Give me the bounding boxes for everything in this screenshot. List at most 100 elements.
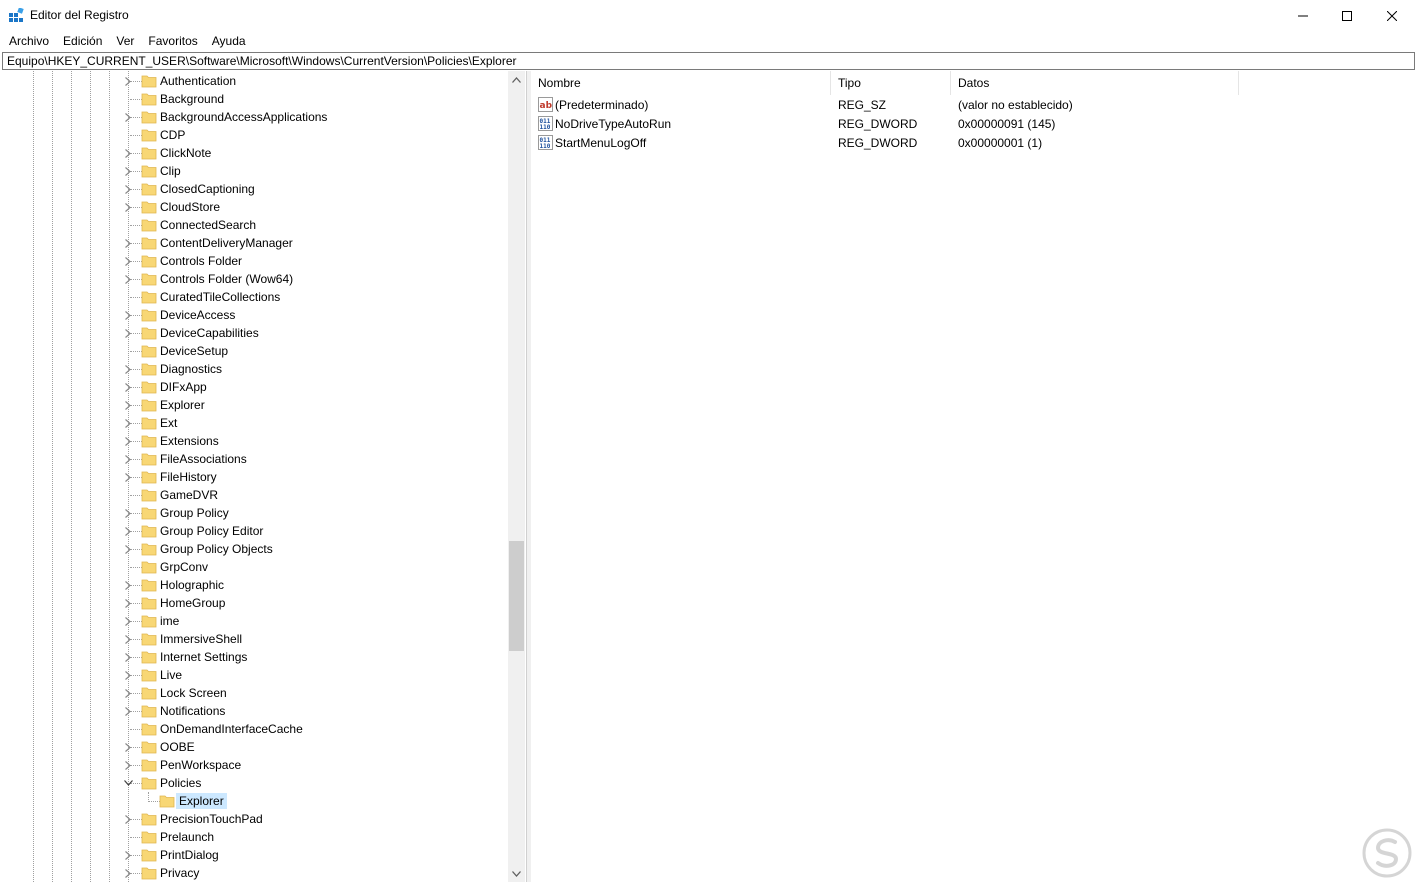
tree-item[interactable]: ContentDeliveryManager [2,234,510,252]
tree-item[interactable]: PrintDialog [2,846,510,864]
expand-chevron-icon[interactable] [121,686,135,700]
expand-chevron-icon[interactable] [121,272,135,286]
expand-chevron-icon[interactable] [121,380,135,394]
expand-chevron-icon[interactable] [121,452,135,466]
column-header-datos[interactable]: Datos [951,71,1239,95]
tree-item-selected[interactable]: Explorer [2,792,510,810]
tree-item[interactable]: Holographic [2,576,510,594]
tree-item[interactable]: Ext [2,414,510,432]
tree-item[interactable]: Live [2,666,510,684]
tree-item[interactable]: BackgroundAccessApplications [2,108,510,126]
tree-item[interactable]: GrpConv [2,558,510,576]
tree-item[interactable]: Policies [2,774,510,792]
menu-edicion[interactable]: Edición [56,31,109,51]
tree-item[interactable]: GameDVR [2,486,510,504]
maximize-button[interactable] [1324,0,1370,31]
expand-chevron-icon[interactable] [121,506,135,520]
expand-chevron-icon[interactable] [121,236,135,250]
tree-item[interactable]: Internet Settings [2,648,510,666]
expand-chevron-icon[interactable] [121,542,135,556]
tree-item[interactable]: DIFxApp [2,378,510,396]
column-header-nombre[interactable]: Nombre [531,71,831,95]
menu-favoritos[interactable]: Favoritos [141,31,204,51]
tree-item[interactable]: Clip [2,162,510,180]
tree-item[interactable]: ConnectedSearch [2,216,510,234]
value-row[interactable]: 011 110 NoDriveTypeAutoRun REG_DWORD 0x0… [531,115,1416,134]
expand-chevron-icon[interactable] [121,434,135,448]
expand-chevron-icon[interactable] [121,416,135,430]
tree-item[interactable]: PenWorkspace [2,756,510,774]
expand-chevron-icon[interactable] [121,470,135,484]
expand-chevron-icon[interactable] [121,866,135,880]
expand-chevron-icon[interactable] [121,308,135,322]
expand-chevron-icon[interactable] [121,596,135,610]
tree-item-label: PrecisionTouchPad [160,812,263,826]
expand-chevron-icon[interactable] [121,650,135,664]
tree-item[interactable]: FileHistory [2,468,510,486]
expand-chevron-icon[interactable] [121,848,135,862]
tree-item[interactable]: Background [2,90,510,108]
tree-item[interactable]: Lock Screen [2,684,510,702]
tree-item[interactable]: CDP [2,126,510,144]
expand-chevron-icon[interactable] [121,110,135,124]
expand-chevron-icon[interactable] [121,146,135,160]
tree-scrollbar[interactable] [508,71,525,882]
expand-chevron-icon[interactable] [121,614,135,628]
tree-item[interactable]: ime [2,612,510,630]
value-row[interactable]: ab (Predeterminado) REG_SZ (valor no est… [531,96,1416,115]
scroll-down-button[interactable] [508,865,525,882]
minimize-button[interactable] [1280,0,1326,31]
tree-item[interactable]: DeviceSetup [2,342,510,360]
expand-chevron-icon[interactable] [121,362,135,376]
tree-item[interactable]: FileAssociations [2,450,510,468]
tree-item[interactable]: Controls Folder (Wow64) [2,270,510,288]
scroll-up-button[interactable] [508,71,525,88]
tree-item[interactable]: Authentication [2,72,510,90]
tree-item[interactable]: Notifications [2,702,510,720]
tree-item[interactable]: PrecisionTouchPad [2,810,510,828]
scroll-thumb[interactable] [509,541,524,651]
tree-item[interactable]: Prelaunch [2,828,510,846]
tree-item[interactable]: DeviceCapabilities [2,324,510,342]
tree-item[interactable]: Controls Folder [2,252,510,270]
expand-chevron-icon[interactable] [121,704,135,718]
expand-chevron-icon[interactable] [121,326,135,340]
expand-chevron-icon[interactable] [121,254,135,268]
tree-item[interactable]: Group Policy Objects [2,540,510,558]
menu-archivo[interactable]: Archivo [2,31,56,51]
expand-chevron-icon[interactable] [121,668,135,682]
collapse-chevron-icon[interactable] [121,776,135,790]
expand-chevron-icon[interactable] [121,398,135,412]
expand-chevron-icon[interactable] [121,740,135,754]
tree-item[interactable]: Diagnostics [2,360,510,378]
address-bar[interactable]: Equipo\HKEY_CURRENT_USER\Software\Micros… [2,52,1415,70]
expand-chevron-icon[interactable] [121,182,135,196]
expand-chevron-icon[interactable] [121,164,135,178]
tree-item[interactable]: ImmersiveShell [2,630,510,648]
expand-chevron-icon[interactable] [121,758,135,772]
expand-chevron-icon[interactable] [121,812,135,826]
tree-item[interactable]: CloudStore [2,198,510,216]
tree-item[interactable]: ClosedCaptioning [2,180,510,198]
menu-ayuda[interactable]: Ayuda [205,31,253,51]
tree-item[interactable]: OnDemandInterfaceCache [2,720,510,738]
expand-chevron-icon[interactable] [121,74,135,88]
expand-chevron-icon[interactable] [121,524,135,538]
tree-item[interactable]: CuratedTileCollections [2,288,510,306]
expand-chevron-icon[interactable] [121,200,135,214]
tree-item[interactable]: Explorer [2,396,510,414]
menu-ver[interactable]: Ver [109,31,141,51]
tree-item[interactable]: Extensions [2,432,510,450]
tree-item[interactable]: Privacy [2,864,510,882]
tree-item[interactable]: Group Policy Editor [2,522,510,540]
value-row[interactable]: 011 110 StartMenuLogOff REG_DWORD 0x0000… [531,134,1416,153]
tree-item[interactable]: Group Policy [2,504,510,522]
tree-item[interactable]: HomeGroup [2,594,510,612]
tree-item[interactable]: ClickNote [2,144,510,162]
close-button[interactable] [1369,0,1415,31]
tree-item[interactable]: DeviceAccess [2,306,510,324]
tree-item[interactable]: OOBE [2,738,510,756]
expand-chevron-icon[interactable] [121,632,135,646]
column-header-tipo[interactable]: Tipo [831,71,951,95]
expand-chevron-icon[interactable] [121,578,135,592]
